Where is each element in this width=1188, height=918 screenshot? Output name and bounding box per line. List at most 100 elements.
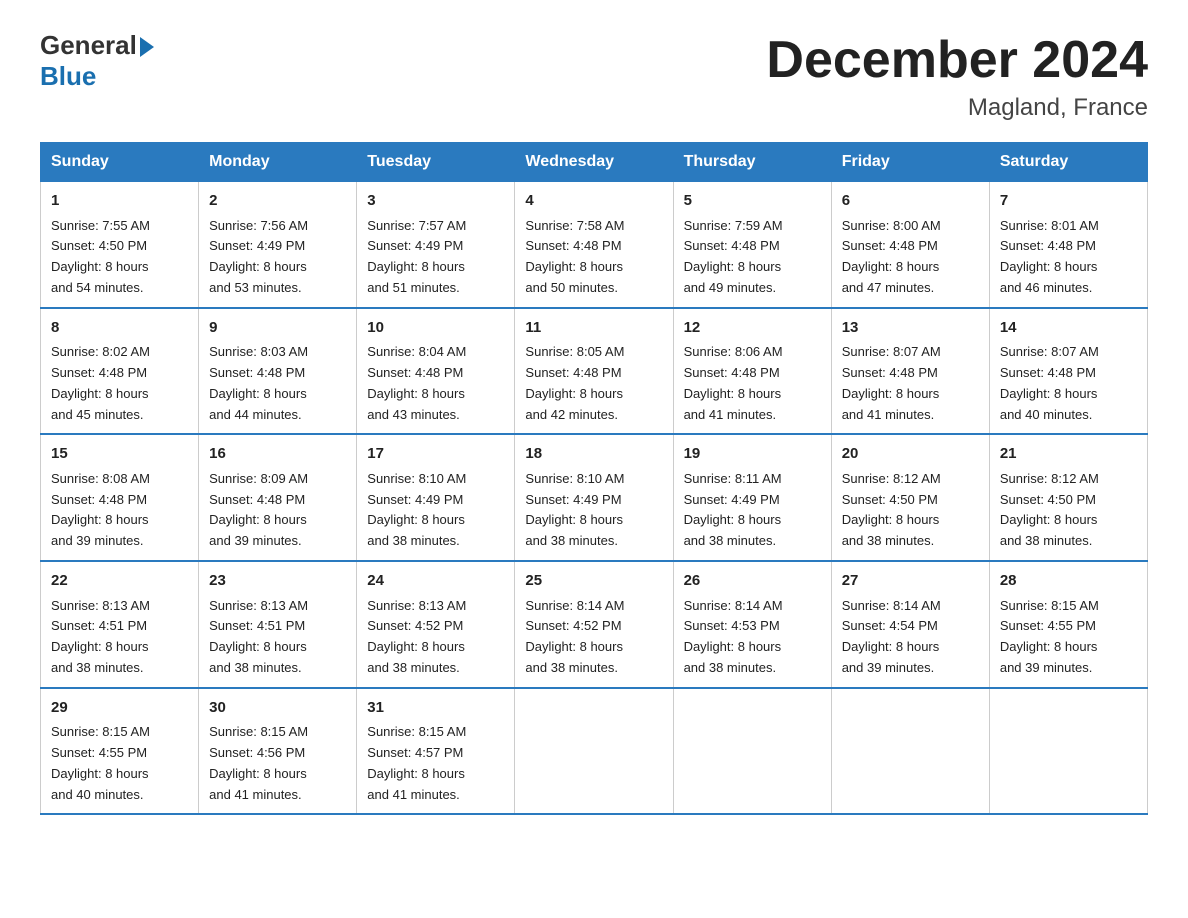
day-info: Sunrise: 8:04 AMSunset: 4:48 PMDaylight:… — [367, 342, 504, 425]
calendar-day-cell: 31Sunrise: 8:15 AMSunset: 4:57 PMDayligh… — [357, 688, 515, 815]
col-header-tuesday: Tuesday — [357, 143, 515, 182]
day-number: 21 — [1000, 443, 1137, 466]
calendar-day-cell: 9Sunrise: 8:03 AMSunset: 4:48 PMDaylight… — [199, 308, 357, 435]
col-header-friday: Friday — [831, 143, 989, 182]
day-number: 14 — [1000, 317, 1137, 340]
day-info: Sunrise: 8:06 AMSunset: 4:48 PMDaylight:… — [684, 342, 821, 425]
calendar-day-cell: 3 Sunrise: 7:57 AMSunset: 4:49 PMDaylight… — [357, 182, 515, 308]
calendar-day-cell: 26 Sunrise: 8:14 AMSunset: 4:53 PMDayligh… — [673, 561, 831, 688]
day-number: 19 — [684, 443, 821, 466]
calendar-day-cell: 15 Sunrise: 8:08 AMSunset: 4:48 PMDayligh… — [41, 434, 199, 561]
calendar-day-cell: 22 Sunrise: 8:13 AMSunset: 4:51 PMDayligh… — [41, 561, 199, 688]
day-info: Sunrise: 8:15 AMSunset: 4:56 PMDaylight:… — [209, 722, 346, 805]
calendar-day-cell: 16 Sunrise: 8:09 AMSunset: 4:48 PMDayligh… — [199, 434, 357, 561]
day-number: 13 — [842, 317, 979, 340]
calendar-header-row: SundayMondayTuesdayWednesdayThursdayFrid… — [41, 143, 1148, 182]
day-info: Sunrise: 8:12 AMSunset: 4:50 PMDaylight:… — [1000, 469, 1137, 552]
calendar-day-cell: 30Sunrise: 8:15 AMSunset: 4:56 PMDayligh… — [199, 688, 357, 815]
day-info: Sunrise: 8:01 AMSunset: 4:48 PMDaylight:… — [1000, 216, 1137, 299]
day-info: Sunrise: 8:07 AMSunset: 4:48 PMDaylight:… — [1000, 342, 1137, 425]
day-number: 15 — [51, 443, 188, 466]
day-info: Sunrise: 7:57 AMSunset: 4:49 PMDaylight:… — [367, 216, 504, 299]
day-number: 5 — [684, 190, 821, 213]
col-header-sunday: Sunday — [41, 143, 199, 182]
calendar-day-cell: 17 Sunrise: 8:10 AMSunset: 4:49 PMDayligh… — [357, 434, 515, 561]
day-number: 30 — [209, 697, 346, 720]
logo-blue-text: Blue — [40, 61, 96, 92]
day-number: 1 — [51, 190, 188, 213]
day-number: 28 — [1000, 570, 1137, 593]
day-number: 3 — [367, 190, 504, 213]
day-info: Sunrise: 8:13 AMSunset: 4:51 PMDaylight:… — [51, 596, 188, 679]
calendar-day-cell: 6 Sunrise: 8:00 AMSunset: 4:48 PMDaylight… — [831, 182, 989, 308]
day-number: 12 — [684, 317, 821, 340]
col-header-monday: Monday — [199, 143, 357, 182]
calendar-day-cell: 2Sunrise: 7:56 AMSunset: 4:49 PMDaylight… — [199, 182, 357, 308]
day-number: 23 — [209, 570, 346, 593]
day-info: Sunrise: 8:14 AMSunset: 4:52 PMDaylight:… — [525, 596, 662, 679]
day-info: Sunrise: 8:07 AMSunset: 4:48 PMDaylight:… — [842, 342, 979, 425]
calendar-day-cell: 28 Sunrise: 8:15 AMSunset: 4:55 PMDayligh… — [989, 561, 1147, 688]
day-info: Sunrise: 8:14 AMSunset: 4:53 PMDaylight:… — [684, 596, 821, 679]
day-info: Sunrise: 8:15 AMSunset: 4:57 PMDaylight:… — [367, 722, 504, 805]
day-number: 17 — [367, 443, 504, 466]
calendar-week-row: 8Sunrise: 8:02 AMSunset: 4:48 PMDaylight… — [41, 308, 1148, 435]
calendar-day-cell: 24Sunrise: 8:13 AMSunset: 4:52 PMDayligh… — [357, 561, 515, 688]
calendar-week-row: 29Sunrise: 8:15 AMSunset: 4:55 PMDayligh… — [41, 688, 1148, 815]
day-info: Sunrise: 8:13 AMSunset: 4:51 PMDaylight:… — [209, 596, 346, 679]
logo-arrow-icon — [140, 37, 154, 57]
calendar-day-cell: 27Sunrise: 8:14 AMSunset: 4:54 PMDayligh… — [831, 561, 989, 688]
day-info: Sunrise: 8:09 AMSunset: 4:48 PMDaylight:… — [209, 469, 346, 552]
day-info: Sunrise: 8:12 AMSunset: 4:50 PMDaylight:… — [842, 469, 979, 552]
day-number: 31 — [367, 697, 504, 720]
col-header-saturday: Saturday — [989, 143, 1147, 182]
calendar-day-cell: 4Sunrise: 7:58 AMSunset: 4:48 PMDaylight… — [515, 182, 673, 308]
day-info: Sunrise: 8:11 AMSunset: 4:49 PMDaylight:… — [684, 469, 821, 552]
calendar-day-cell — [831, 688, 989, 815]
calendar-day-cell: 11Sunrise: 8:05 AMSunset: 4:48 PMDayligh… — [515, 308, 673, 435]
day-info: Sunrise: 8:10 AMSunset: 4:49 PMDaylight:… — [367, 469, 504, 552]
day-info: Sunrise: 8:10 AMSunset: 4:49 PMDaylight:… — [525, 469, 662, 552]
calendar-day-cell: 29Sunrise: 8:15 AMSunset: 4:55 PMDayligh… — [41, 688, 199, 815]
calendar-day-cell: 14Sunrise: 8:07 AMSunset: 4:48 PMDayligh… — [989, 308, 1147, 435]
title-block: December 2024 Magland, France — [766, 30, 1148, 122]
day-info: Sunrise: 8:15 AMSunset: 4:55 PMDaylight:… — [51, 722, 188, 805]
page-header: General Blue December 2024 Magland, Fran… — [40, 30, 1148, 122]
calendar-day-cell: 1Sunrise: 7:55 AMSunset: 4:50 PMDaylight… — [41, 182, 199, 308]
day-number: 6 — [842, 190, 979, 213]
day-info: Sunrise: 8:00 AMSunset: 4:48 PMDaylight:… — [842, 216, 979, 299]
calendar-day-cell: 13Sunrise: 8:07 AMSunset: 4:48 PMDayligh… — [831, 308, 989, 435]
calendar-week-row: 15 Sunrise: 8:08 AMSunset: 4:48 PMDayligh… — [41, 434, 1148, 561]
calendar-subtitle: Magland, France — [766, 94, 1148, 122]
day-info: Sunrise: 8:13 AMSunset: 4:52 PMDaylight:… — [367, 596, 504, 679]
calendar-week-row: 1Sunrise: 7:55 AMSunset: 4:50 PMDaylight… — [41, 182, 1148, 308]
day-number: 27 — [842, 570, 979, 593]
calendar-title: December 2024 — [766, 30, 1148, 90]
day-number: 10 — [367, 317, 504, 340]
day-number: 18 — [525, 443, 662, 466]
day-info: Sunrise: 8:03 AMSunset: 4:48 PMDaylight:… — [209, 342, 346, 425]
day-number: 11 — [525, 317, 662, 340]
col-header-thursday: Thursday — [673, 143, 831, 182]
day-number: 7 — [1000, 190, 1137, 213]
day-info: Sunrise: 8:08 AMSunset: 4:48 PMDaylight:… — [51, 469, 188, 552]
day-number: 16 — [209, 443, 346, 466]
calendar-day-cell: 7 Sunrise: 8:01 AMSunset: 4:48 PMDaylight… — [989, 182, 1147, 308]
calendar-day-cell: 12Sunrise: 8:06 AMSunset: 4:48 PMDayligh… — [673, 308, 831, 435]
calendar-day-cell: 23 Sunrise: 8:13 AMSunset: 4:51 PMDayligh… — [199, 561, 357, 688]
calendar-day-cell: 25 Sunrise: 8:14 AMSunset: 4:52 PMDayligh… — [515, 561, 673, 688]
calendar-day-cell: 5 Sunrise: 7:59 AMSunset: 4:48 PMDaylight… — [673, 182, 831, 308]
day-info: Sunrise: 8:05 AMSunset: 4:48 PMDaylight:… — [525, 342, 662, 425]
day-info: Sunrise: 7:58 AMSunset: 4:48 PMDaylight:… — [525, 216, 662, 299]
day-number: 25 — [525, 570, 662, 593]
day-number: 9 — [209, 317, 346, 340]
calendar-day-cell: 8Sunrise: 8:02 AMSunset: 4:48 PMDaylight… — [41, 308, 199, 435]
day-info: Sunrise: 8:02 AMSunset: 4:48 PMDaylight:… — [51, 342, 188, 425]
day-info: Sunrise: 7:56 AMSunset: 4:49 PMDaylight:… — [209, 216, 346, 299]
day-info: Sunrise: 8:15 AMSunset: 4:55 PMDaylight:… — [1000, 596, 1137, 679]
day-info: Sunrise: 7:59 AMSunset: 4:48 PMDaylight:… — [684, 216, 821, 299]
day-number: 22 — [51, 570, 188, 593]
calendar-day-cell: 19 Sunrise: 8:11 AMSunset: 4:49 PMDayligh… — [673, 434, 831, 561]
day-number: 26 — [684, 570, 821, 593]
day-number: 29 — [51, 697, 188, 720]
